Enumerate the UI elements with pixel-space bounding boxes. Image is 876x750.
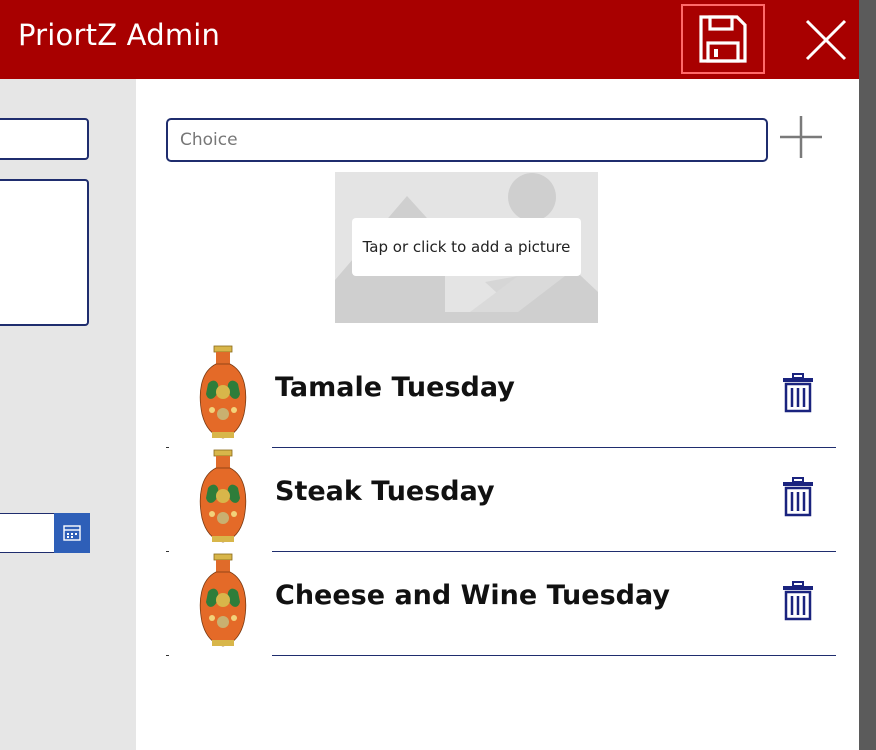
name-field[interactable]: [0, 118, 89, 160]
list-item[interactable]: Tamale Tuesday: [166, 344, 836, 448]
floppy-disk-icon: [699, 15, 747, 63]
item-title: Tamale Tuesday: [275, 372, 515, 403]
delete-item-button[interactable]: [782, 581, 814, 621]
description-field[interactable]: [0, 179, 89, 326]
date-picker-button[interactable]: [54, 513, 90, 553]
add-choice-button[interactable]: [778, 114, 824, 160]
add-picture-label: Tap or click to add a picture: [352, 218, 581, 276]
delete-item-button[interactable]: [782, 373, 814, 413]
date-field[interactable]: [0, 513, 55, 553]
left-form-panel: [0, 79, 136, 750]
list-item[interactable]: Steak Tuesday: [166, 448, 836, 552]
app-title: PriortZ Admin: [18, 18, 221, 52]
vase-image: [199, 553, 247, 647]
trash-icon: [783, 373, 813, 413]
close-button[interactable]: [798, 12, 854, 68]
plus-icon: [780, 116, 822, 158]
item-title: Cheese and Wine Tuesday: [275, 580, 670, 611]
trash-icon: [783, 581, 813, 621]
list-item[interactable]: Cheese and Wine Tuesday: [166, 552, 836, 656]
choice-input[interactable]: [166, 118, 768, 162]
calendar-icon: [63, 525, 81, 541]
item-title: Steak Tuesday: [275, 476, 495, 507]
vase-image: [199, 345, 247, 439]
trash-icon: [783, 477, 813, 517]
close-icon: [805, 19, 847, 61]
row-separator: [272, 655, 836, 656]
delete-item-button[interactable]: [782, 477, 814, 517]
app-header: PriortZ Admin: [0, 0, 859, 79]
window-edge: [859, 0, 876, 750]
add-picture-control[interactable]: Tap or click to add a picture: [335, 172, 598, 323]
save-button[interactable]: [681, 4, 765, 74]
row-marker: [166, 655, 169, 656]
vase-image: [199, 449, 247, 543]
